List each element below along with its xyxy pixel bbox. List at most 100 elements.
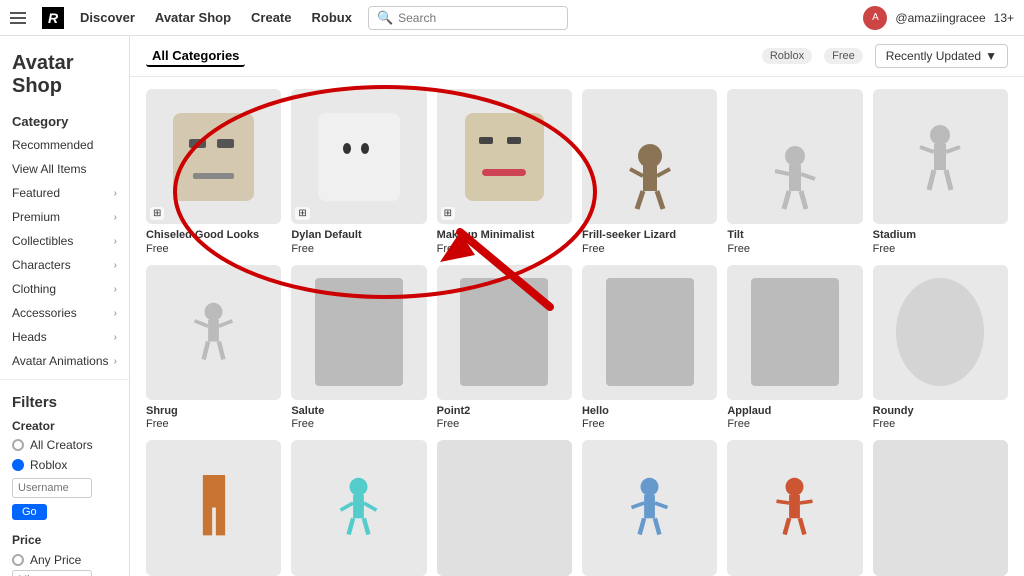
item-card-chiseled[interactable]: ⊞ Chiseled Good Looks Free [146,89,281,255]
item-card-hello[interactable]: Hello Free [582,265,717,431]
nav-discover[interactable]: Discover [80,10,135,25]
sidebar: Avatar Shop Category Recommended View Al… [0,36,130,576]
sidebar-item-heads[interactable]: Heads › [0,325,129,349]
sidebar-item-view-all[interactable]: View All Items [0,157,129,181]
sidebar-item-recommended[interactable]: Recommended [0,133,129,157]
item-card-roundy[interactable]: Roundy Free [873,265,1008,431]
nav-create[interactable]: Create [251,10,291,25]
item-card-redhair[interactable]: . Free [727,440,862,576]
radio-any-price[interactable] [12,554,24,566]
item-price-dylan: Free [291,243,426,255]
chevron-featured: › [114,188,117,199]
avatar-shape-hello [606,278,694,386]
sidebar-item-accessories[interactable]: Accessories › [0,301,129,325]
nav-avatar-shop[interactable]: Avatar Shop [155,10,231,25]
makeup-head [465,113,543,201]
item-card-stadium[interactable]: Stadium Free [873,89,1008,255]
price-section: Any Price [0,549,129,576]
sidebar-item-featured[interactable]: Featured › [0,181,129,205]
sidebar-item-collectibles[interactable]: Collectibles › [0,229,129,253]
item-price-hello: Free [582,418,717,430]
item-name-roundy: Roundy [873,404,1008,418]
user-avatar[interactable]: A [863,6,887,30]
avatar-shape-point2 [460,278,548,386]
item-card-pants[interactable]: . Free [146,440,281,576]
item-thumb-applaud [727,265,862,400]
item-card-cyan[interactable]: . Free [291,440,426,576]
page-body: Avatar Shop Category Recommended View Al… [0,36,1024,576]
tech-avatar [609,454,690,562]
item-name-stadium: Stadium [873,228,1008,242]
tab-all-categories[interactable]: All Categories [146,46,245,67]
item-name-salute: Salute [291,404,426,418]
item-price-stadium: Free [873,243,1008,255]
tag-roblox[interactable]: Roblox [762,48,812,64]
item-price-chiseled: Free [146,243,281,255]
grid-area: ⊞ Chiseled Good Looks Free ⊞ Dylan Defau… [130,77,1024,576]
item-thumb-empty2 [873,440,1008,575]
item-thumb-frill [582,89,717,224]
category-label: Category [0,108,129,133]
item-price-frill: Free [582,243,717,255]
min-price-input[interactable] [12,570,92,576]
filters-title: Filters [0,386,129,415]
top-search-bar: 🔍 [368,6,568,30]
sidebar-item-avatar-animations[interactable]: Avatar Animations › [0,349,129,373]
item-price-shrug: Free [146,418,281,430]
item-price-point2: Free [437,418,572,430]
item-card-applaud[interactable]: Applaud Free [727,265,862,431]
chevron-heads: › [114,332,117,343]
sidebar-item-clothing[interactable]: Clothing › [0,277,129,301]
age-display: 13+ [994,11,1014,25]
creator-roblox-option[interactable]: Roblox [0,455,129,475]
chevron-premium: › [114,212,117,223]
avatar-shape-salute [315,278,403,386]
item-thumb-tech [582,440,717,575]
item-thumb-cyan [291,440,426,575]
item-thumb-shrug [146,265,281,400]
sidebar-divider [0,379,129,380]
item-thumb-tilt [727,89,862,224]
item-card-empty2 [873,440,1008,576]
item-name-applaud: Applaud [727,404,862,418]
top-search-input[interactable] [398,11,559,25]
username-display[interactable]: @amaziingracee [895,11,985,25]
sidebar-item-premium[interactable]: Premium › [0,205,129,229]
main-content: All Categories Roblox Free Recently Upda… [130,36,1024,576]
sub-header: All Categories Roblox Free Recently Upda… [130,36,1024,77]
tag-free[interactable]: Free [824,48,863,64]
item-card-empty1 [437,440,572,576]
redhair-avatar [754,454,835,562]
item-card-shrug[interactable]: Shrug Free [146,265,281,431]
face-head-chiseled [173,113,254,201]
item-price-roundy: Free [873,418,1008,430]
item-name-chiseled: Chiseled Good Looks [146,228,281,242]
radio-all-creators[interactable] [12,439,24,451]
sort-dropdown[interactable]: Recently Updated ▼ [875,44,1008,68]
chevron-down-icon: ▼ [985,49,997,63]
item-card-frill[interactable]: Frill-seeker Lizard Free [582,89,717,255]
item-card-dylan[interactable]: ⊞ Dylan Default Free [291,89,426,255]
item-card-makeup[interactable]: ⊞ Makeup Minimalist Free [437,89,572,255]
user-area: A @amaziingracee 13+ [863,6,1014,30]
any-price-option[interactable]: Any Price [12,553,117,567]
radio-roblox[interactable] [12,459,24,471]
chevron-clothing: › [114,284,117,295]
item-name-dylan: Dylan Default [291,228,426,242]
item-card-tilt[interactable]: Tilt Free [727,89,862,255]
round-shape [896,278,984,386]
item-card-point2[interactable]: Point2 Free [437,265,572,431]
chevron-characters: › [114,260,117,271]
item-card-tech[interactable]: . Free [582,440,717,576]
creator-all-option[interactable]: All Creators [0,435,129,455]
item-price-tilt: Free [727,243,862,255]
item-card-salute[interactable]: Salute Free [291,265,426,431]
sidebar-item-characters[interactable]: Characters › [0,253,129,277]
go-button[interactable]: Go [12,504,47,520]
username-filter-input[interactable] [12,478,92,498]
item-thumb-dylan: ⊞ [291,89,426,224]
cyan-avatar [318,454,399,562]
nav-robux[interactable]: Robux [311,10,351,25]
price-label: Price [0,529,129,549]
hamburger-menu[interactable] [10,12,26,24]
